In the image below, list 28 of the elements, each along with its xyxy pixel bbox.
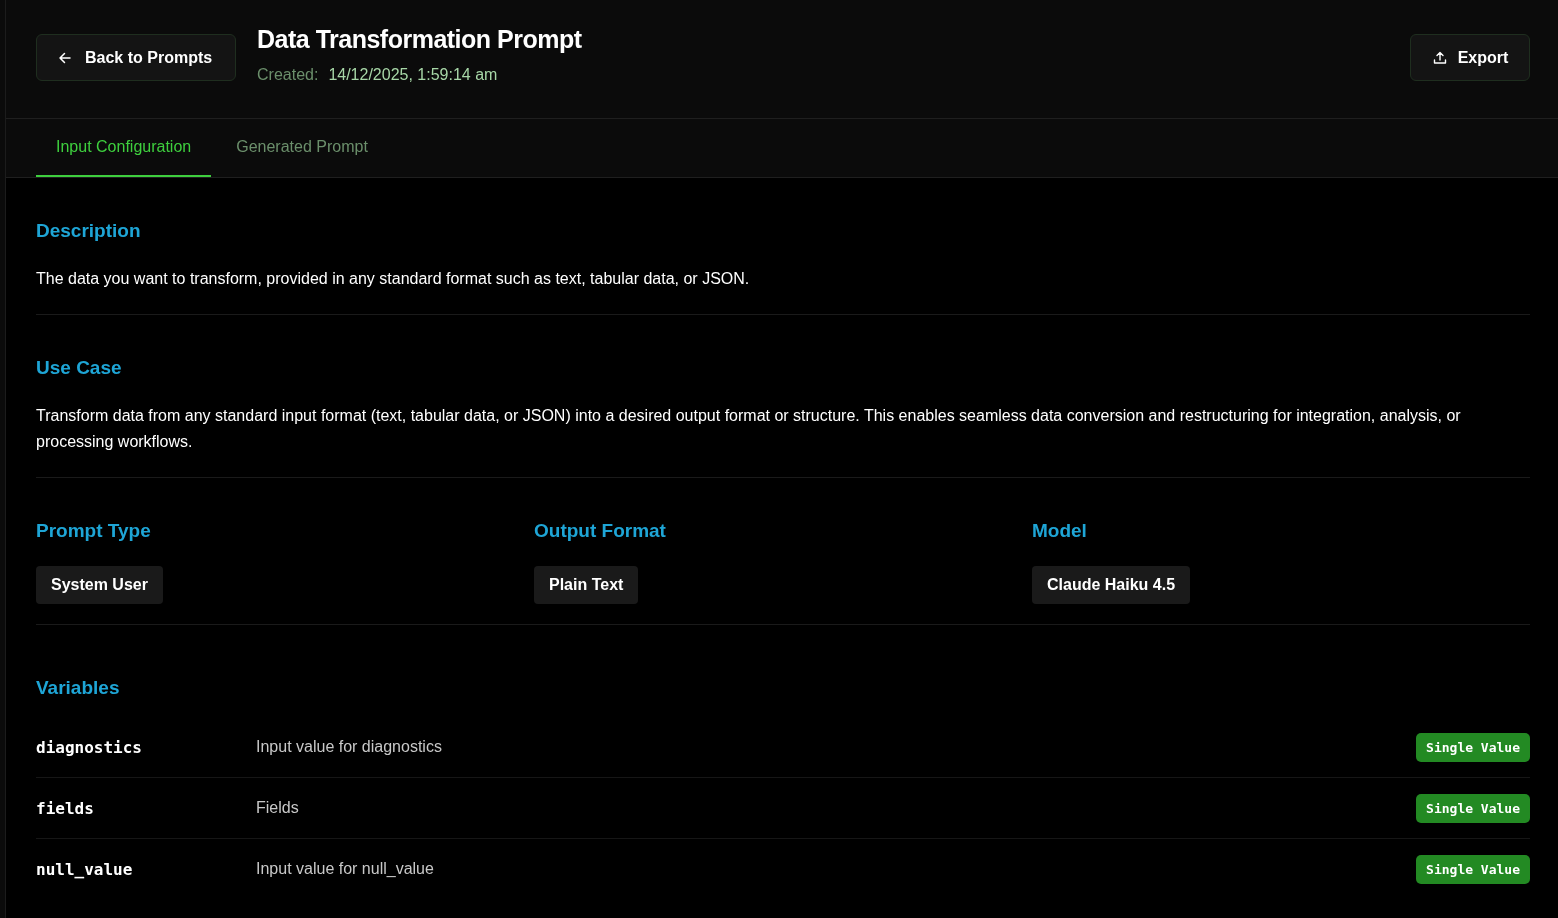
type-badge: Single Value xyxy=(1416,732,1530,762)
created-date: 14/12/2025, 1:59:14 am xyxy=(328,66,498,84)
section-heading: Variables xyxy=(36,677,121,699)
variable-name: fields xyxy=(36,798,95,818)
section-heading: Description xyxy=(36,220,142,242)
section-heading: Use Case xyxy=(36,357,123,379)
section-heading: Model xyxy=(1032,520,1088,542)
section-heading: Output Format xyxy=(534,520,667,542)
tab[interactable]: Input Configuration xyxy=(36,119,212,177)
created-label: Created: xyxy=(257,66,319,84)
variable-description: Input value for null_value xyxy=(256,860,435,878)
variable-name: diagnostics xyxy=(36,737,143,757)
section-heading: Prompt Type xyxy=(36,520,152,542)
upload-icon xyxy=(1431,49,1448,66)
page-title: Data Transformation Prompt xyxy=(257,24,582,54)
variable-description: Fields xyxy=(256,799,300,817)
tab[interactable]: Generated Prompt xyxy=(216,119,388,177)
variable-description: Input value for diagnostics xyxy=(256,738,443,756)
value-chip: Claude Haiku 4.5 xyxy=(1032,566,1191,604)
back-button[interactable]: Back to Prompts xyxy=(36,34,236,81)
value-chip: Plain Text xyxy=(534,566,639,604)
description-text: The data you want to transform, provided in any standard format such as text, tabular data, or JSON. xyxy=(36,269,751,289)
value-chip: System User xyxy=(36,566,163,604)
use-case-text: Transform data from any standard input format (text, tabular data, or JSON) into a desired output format or structure. This enables seamless data conversion and restructuring for integration, analysis, or processing workflows. xyxy=(36,406,1462,452)
export-button[interactable]: Export xyxy=(1410,34,1530,81)
type-badge: Single Value xyxy=(1416,793,1530,823)
variable-name: null_value xyxy=(36,859,134,879)
type-badge: Single Value xyxy=(1416,854,1530,884)
